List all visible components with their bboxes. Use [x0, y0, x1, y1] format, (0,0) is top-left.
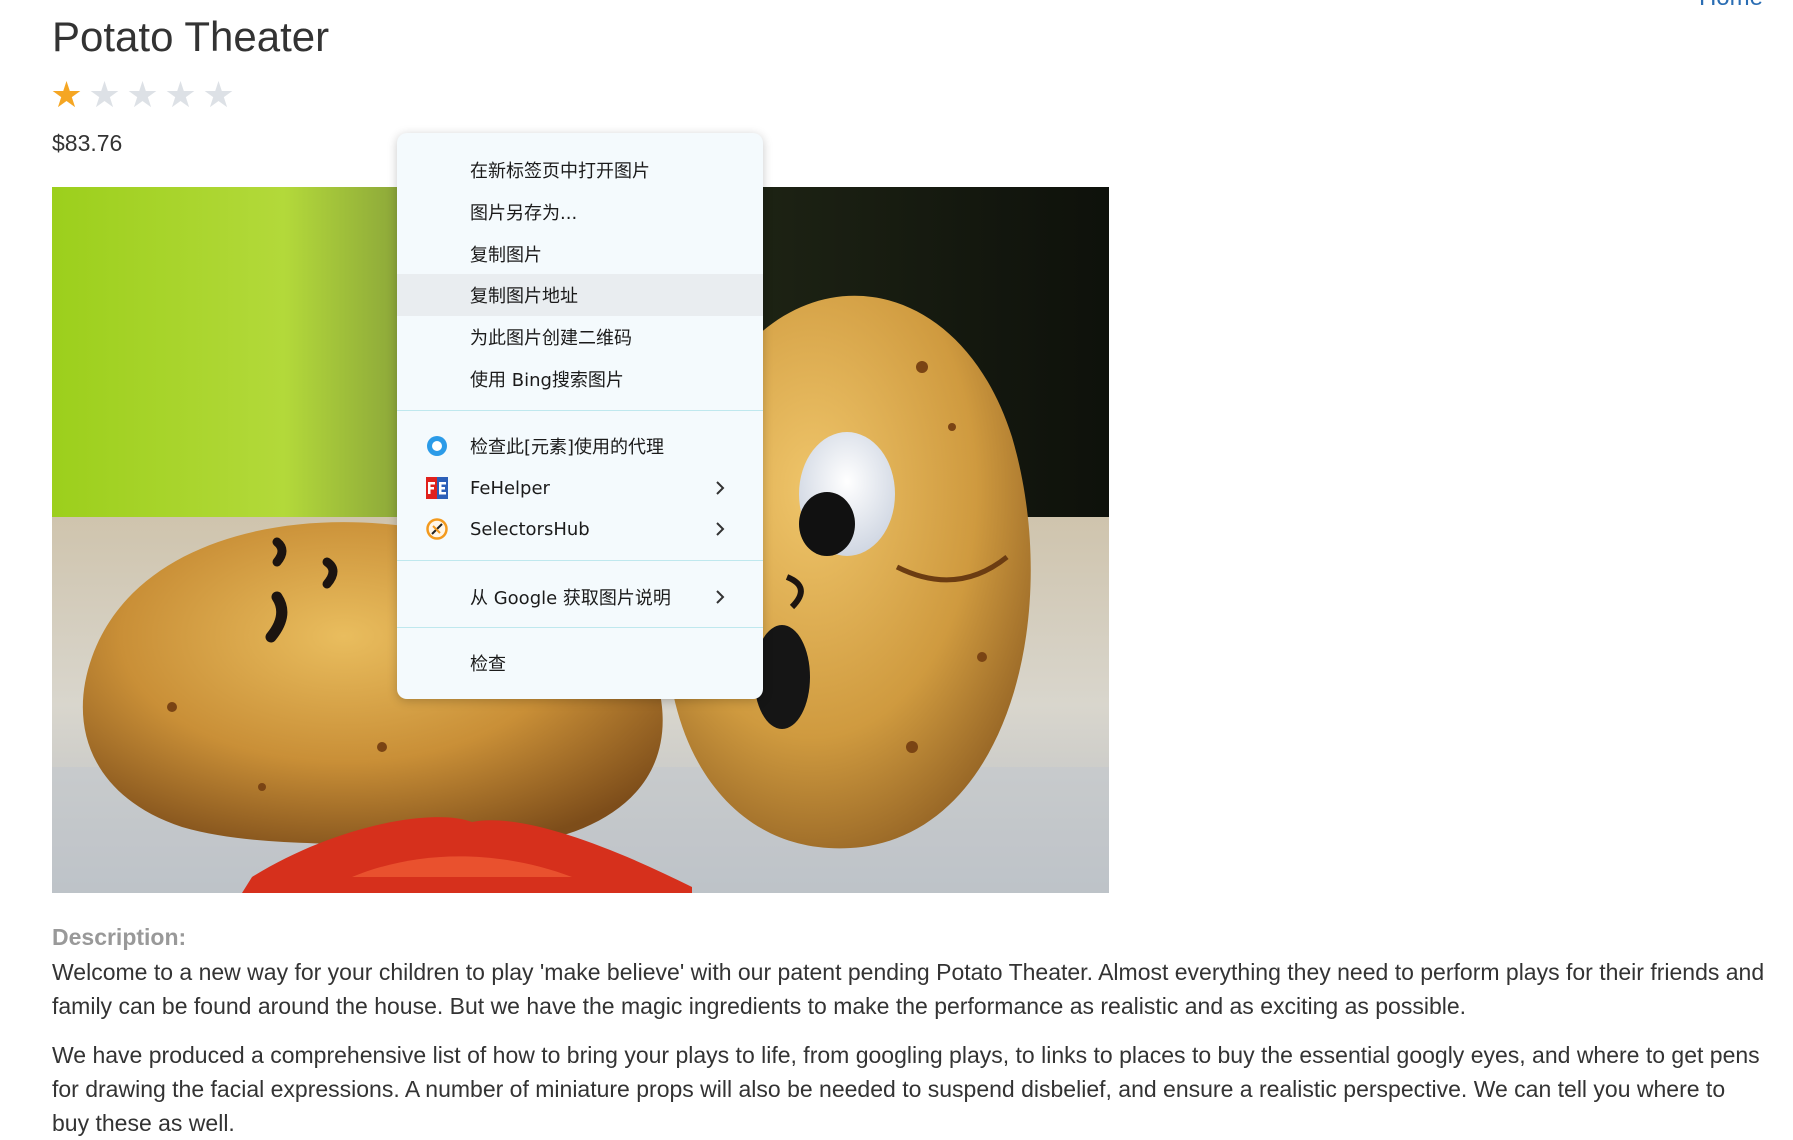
chevron-right-icon [716, 522, 725, 536]
product-title: Potato Theater [52, 13, 330, 60]
description-paragraph: We have produced a comprehensive list of… [52, 1042, 1760, 1136]
menu-item-inspect[interactable]: 检查 [397, 642, 763, 684]
star-icon-empty: ★ [88, 74, 121, 115]
menu-item-inspect-proxy[interactable]: 检查此[元素]使用的代理 [397, 425, 763, 467]
menu-item-label: FeHelper [470, 477, 550, 499]
star-icon-empty: ★ [202, 74, 235, 115]
menu-item-label: 图片另存为... [470, 203, 578, 224]
menu-item-label: 在新标签页中打开图片 [470, 161, 650, 182]
star-icon-empty: ★ [126, 74, 159, 115]
star-icon-filled: ★ [50, 74, 83, 115]
menu-item-label: 复制图片 [470, 245, 542, 266]
description-paragraph: Welcome to a new way for your children t… [52, 959, 1765, 1019]
fehelper-icon [426, 477, 448, 499]
menu-item-label: 复制图片地址 [470, 286, 578, 307]
menu-item-open-image-new-tab[interactable]: 在新标签页中打开图片 [397, 149, 763, 191]
menu-item-selectorshub[interactable]: SelectorsHub [397, 508, 763, 550]
chevron-right-icon [716, 481, 725, 495]
menu-separator [397, 627, 763, 628]
menu-item-search-image-bing[interactable]: 使用 Bing搜索图片 [397, 358, 763, 400]
image-context-menu: 在新标签页中打开图片 图片另存为... 复制图片 复制图片地址 为此图片创建二维… [397, 133, 763, 699]
proxy-circle-icon [427, 436, 447, 456]
description-label: Description: [52, 924, 187, 950]
menu-item-label: SelectorsHub [470, 518, 590, 540]
star-rating: ★ ★ ★ ★ ★ [50, 76, 235, 114]
home-link[interactable]: Home [1699, 0, 1763, 12]
menu-item-label: 使用 Bing搜索图片 [470, 370, 624, 391]
menu-item-copy-image-address[interactable]: 复制图片地址 [397, 274, 763, 316]
product-page: Home Potato Theater ★ ★ ★ ★ ★ $83.76 [0, 0, 1793, 1140]
product-price: $83.76 [52, 130, 123, 156]
menu-item-copy-image[interactable]: 复制图片 [397, 233, 763, 275]
menu-item-fehelper[interactable]: FeHelper [397, 467, 763, 509]
chevron-right-icon [716, 590, 725, 604]
menu-separator [397, 410, 763, 411]
menu-item-label: 为此图片创建二维码 [470, 328, 632, 349]
selectorshub-icon [426, 518, 448, 540]
menu-item-save-image-as[interactable]: 图片另存为... [397, 191, 763, 233]
menu-item-create-qr-code[interactable]: 为此图片创建二维码 [397, 316, 763, 358]
star-icon-empty: ★ [164, 74, 197, 115]
menu-item-label: 从 Google 获取图片说明 [470, 588, 671, 609]
menu-item-label: 检查此[元素]使用的代理 [470, 437, 665, 458]
menu-item-google-image-description[interactable]: 从 Google 获取图片说明 [397, 576, 763, 618]
menu-item-label: 检查 [470, 654, 506, 675]
menu-separator [397, 560, 763, 561]
